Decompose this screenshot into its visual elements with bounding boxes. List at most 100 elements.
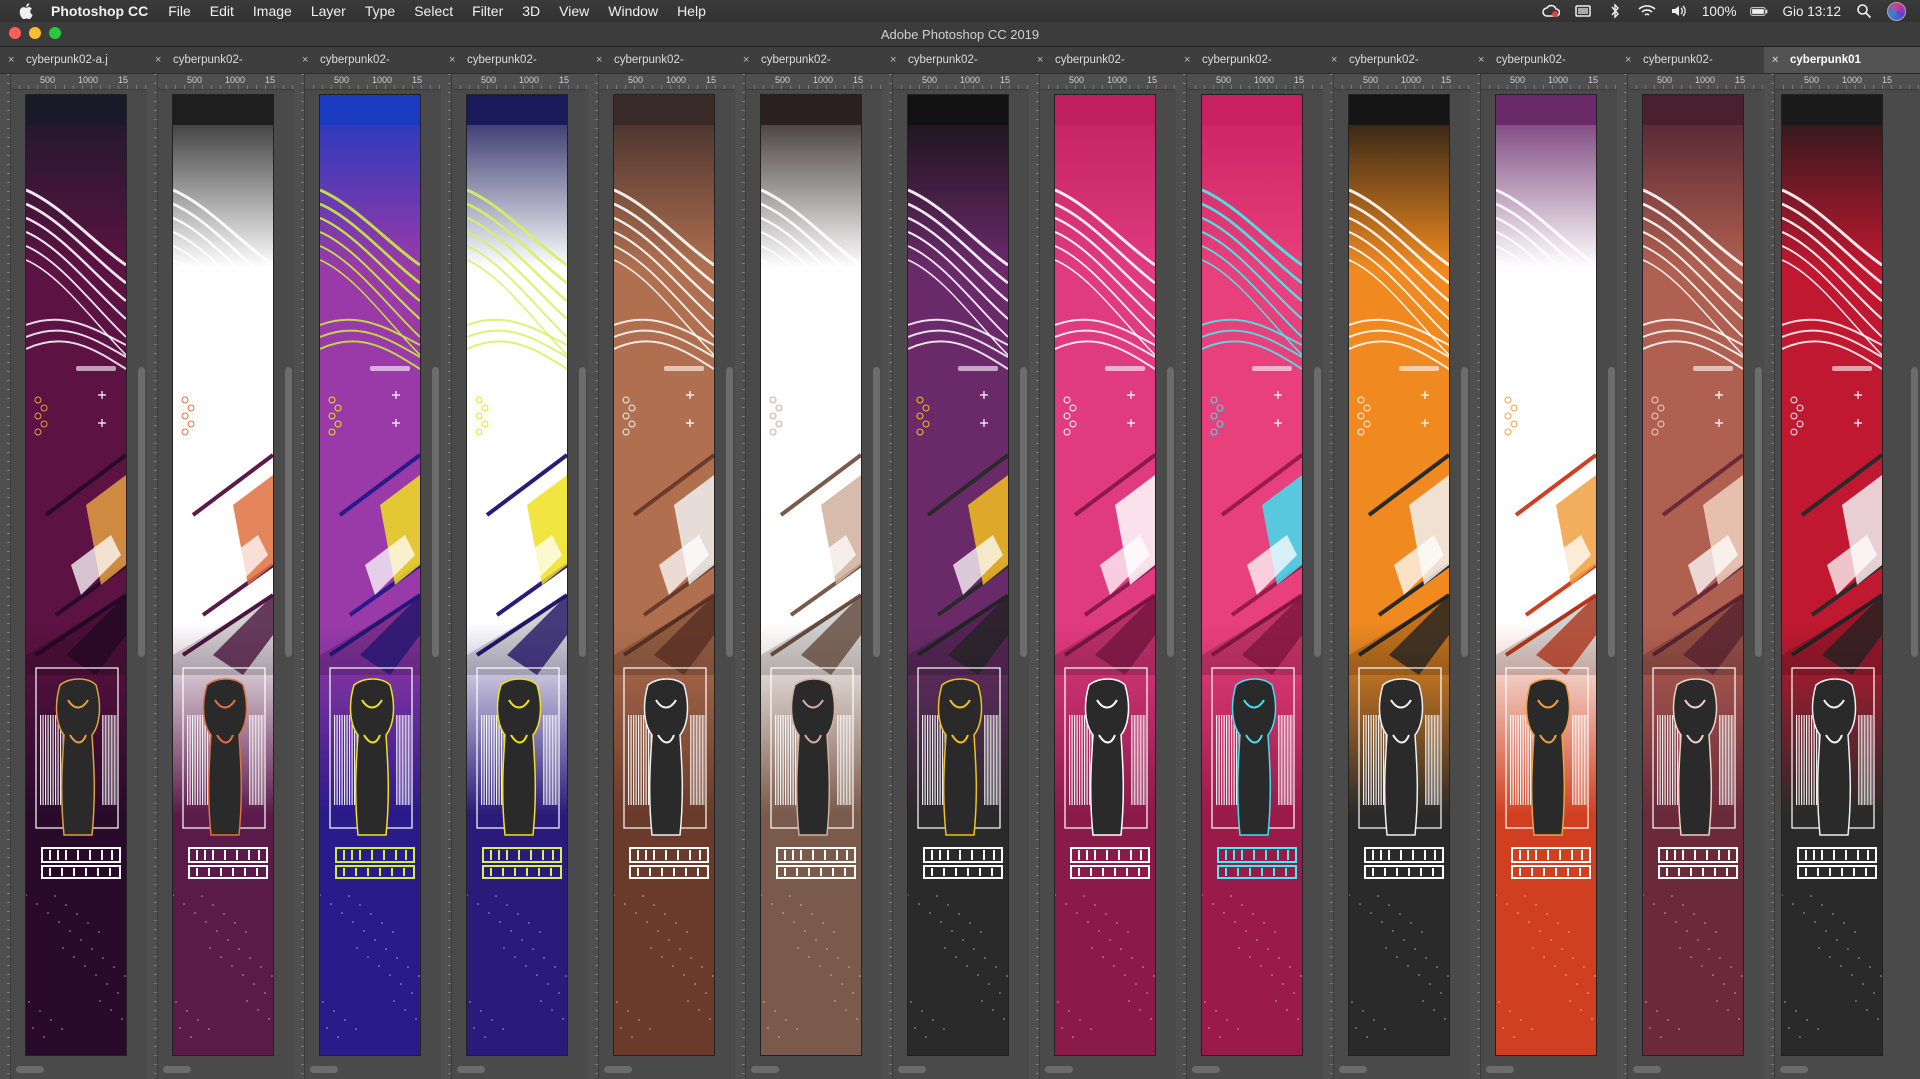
horizontal-ruler[interactable]: 500 1000 15 bbox=[598, 74, 735, 90]
vertical-ruler[interactable] bbox=[441, 74, 452, 1079]
wifi-icon[interactable] bbox=[1638, 3, 1656, 19]
artwork-canvas[interactable] bbox=[173, 95, 273, 1055]
close-tab-icon[interactable]: × bbox=[302, 54, 312, 66]
vertical-ruler[interactable] bbox=[1176, 74, 1187, 1079]
horizontal-ruler[interactable]: 500 1000 15 bbox=[1333, 74, 1470, 90]
document-pane[interactable]: × cyberpunk02- 500 1000 15 bbox=[882, 47, 1030, 1079]
bluetooth-icon[interactable] bbox=[1606, 3, 1624, 19]
document-pane[interactable]: × cyberpunk02- 500 1000 15 bbox=[588, 47, 736, 1079]
vertical-ruler[interactable] bbox=[1617, 74, 1628, 1079]
vertical-ruler[interactable] bbox=[882, 74, 893, 1079]
creative-cloud-icon[interactable] bbox=[1542, 3, 1560, 19]
horizontal-scrollbar[interactable] bbox=[1192, 1066, 1220, 1073]
menu-filter[interactable]: Filter bbox=[472, 3, 503, 19]
vertical-scrollbar[interactable] bbox=[726, 367, 733, 657]
document-tab[interactable]: × cyberpunk01 bbox=[1764, 47, 1920, 74]
menu-view[interactable]: View bbox=[559, 3, 589, 19]
close-tab-icon[interactable]: × bbox=[449, 54, 459, 66]
vertical-ruler[interactable] bbox=[588, 74, 599, 1079]
horizontal-scrollbar[interactable] bbox=[898, 1066, 926, 1073]
close-tab-icon[interactable]: × bbox=[1625, 54, 1635, 66]
artwork-canvas[interactable] bbox=[1496, 95, 1596, 1055]
horizontal-ruler[interactable]: 500 1000 15 bbox=[304, 74, 441, 90]
horizontal-ruler[interactable]: 500 1000 15 bbox=[451, 74, 588, 90]
artwork-canvas[interactable] bbox=[1643, 95, 1743, 1055]
horizontal-scrollbar[interactable] bbox=[1486, 1066, 1514, 1073]
artwork-canvas[interactable] bbox=[614, 95, 714, 1055]
horizontal-scrollbar[interactable] bbox=[1339, 1066, 1367, 1073]
document-tab[interactable]: × cyberpunk02- bbox=[882, 47, 1029, 74]
horizontal-ruler[interactable]: 500 1000 15 bbox=[745, 74, 882, 90]
document-tab[interactable]: × cyberpunk02-a.j bbox=[0, 47, 147, 74]
menu-help[interactable]: Help bbox=[677, 3, 706, 19]
horizontal-ruler[interactable]: 500 1000 15 bbox=[1774, 74, 1920, 90]
horizontal-scrollbar[interactable] bbox=[751, 1066, 779, 1073]
vertical-scrollbar[interactable] bbox=[1911, 367, 1918, 657]
apple-menu-icon[interactable] bbox=[17, 2, 35, 20]
menu-window[interactable]: Window bbox=[608, 3, 658, 19]
document-pane[interactable]: × cyberpunk02- 500 1000 15 bbox=[1323, 47, 1471, 1079]
horizontal-ruler[interactable]: 500 1000 15 bbox=[1627, 74, 1764, 90]
horizontal-ruler[interactable]: 500 1000 15 bbox=[10, 74, 147, 90]
document-tab[interactable]: × cyberpunk02- bbox=[1323, 47, 1470, 74]
horizontal-ruler[interactable]: 500 1000 15 bbox=[1480, 74, 1617, 90]
vertical-scrollbar[interactable] bbox=[1167, 367, 1174, 657]
artwork-canvas[interactable] bbox=[908, 95, 1008, 1055]
menu-image[interactable]: Image bbox=[253, 3, 292, 19]
close-tab-icon[interactable]: × bbox=[8, 54, 18, 66]
horizontal-ruler[interactable]: 500 1000 15 bbox=[157, 74, 294, 90]
document-tab[interactable]: × cyberpunk02- bbox=[1470, 47, 1617, 74]
document-tab[interactable]: × cyberpunk02- bbox=[1617, 47, 1764, 74]
horizontal-ruler[interactable]: 500 1000 15 bbox=[892, 74, 1029, 90]
artwork-canvas[interactable] bbox=[1202, 95, 1302, 1055]
vertical-scrollbar[interactable] bbox=[432, 367, 439, 657]
horizontal-ruler[interactable]: 500 1000 15 bbox=[1039, 74, 1176, 90]
close-tab-icon[interactable]: × bbox=[1184, 54, 1194, 66]
menu-file[interactable]: File bbox=[168, 3, 191, 19]
document-tab[interactable]: × cyberpunk02- bbox=[147, 47, 294, 74]
close-tab-icon[interactable]: × bbox=[596, 54, 606, 66]
horizontal-scrollbar[interactable] bbox=[604, 1066, 632, 1073]
horizontal-scrollbar[interactable] bbox=[1780, 1066, 1808, 1073]
menu-app-name[interactable]: Photoshop CC bbox=[51, 3, 148, 19]
menu-type[interactable]: Type bbox=[365, 3, 395, 19]
close-tab-icon[interactable]: × bbox=[743, 54, 753, 66]
vertical-scrollbar[interactable] bbox=[285, 367, 292, 657]
vertical-scrollbar[interactable] bbox=[138, 367, 145, 657]
artwork-canvas[interactable] bbox=[1055, 95, 1155, 1055]
document-pane[interactable]: × cyberpunk02-a.j 500 1000 15 bbox=[0, 47, 148, 1079]
vertical-scrollbar[interactable] bbox=[1461, 367, 1468, 657]
vertical-scrollbar[interactable] bbox=[1314, 367, 1321, 657]
close-tab-icon[interactable]: × bbox=[1331, 54, 1341, 66]
vertical-ruler[interactable] bbox=[1029, 74, 1040, 1079]
close-tab-icon[interactable]: × bbox=[1037, 54, 1047, 66]
document-pane[interactable]: × cyberpunk02- 500 1000 15 bbox=[1029, 47, 1177, 1079]
document-pane[interactable]: × cyberpunk02- 500 1000 15 bbox=[147, 47, 295, 1079]
battery-icon[interactable] bbox=[1750, 3, 1768, 19]
document-tab[interactable]: × cyberpunk02- bbox=[1176, 47, 1323, 74]
display-icon[interactable] bbox=[1574, 3, 1592, 19]
close-tab-icon[interactable]: × bbox=[1478, 54, 1488, 66]
vertical-ruler[interactable] bbox=[735, 74, 746, 1079]
document-tab[interactable]: × cyberpunk02- bbox=[588, 47, 735, 74]
menu-layer[interactable]: Layer bbox=[311, 3, 346, 19]
document-pane[interactable]: × cyberpunk02- 500 1000 15 bbox=[1176, 47, 1324, 1079]
horizontal-scrollbar[interactable] bbox=[1633, 1066, 1661, 1073]
close-tab-icon[interactable]: × bbox=[890, 54, 900, 66]
menu-select[interactable]: Select bbox=[414, 3, 453, 19]
document-tab[interactable]: × cyberpunk02- bbox=[1029, 47, 1176, 74]
vertical-ruler[interactable] bbox=[147, 74, 158, 1079]
document-pane[interactable]: × cyberpunk02- 500 1000 15 bbox=[1617, 47, 1765, 1079]
siri-user-avatar[interactable] bbox=[1887, 1, 1906, 21]
horizontal-scrollbar[interactable] bbox=[457, 1066, 485, 1073]
vertical-ruler[interactable] bbox=[1323, 74, 1334, 1079]
vertical-scrollbar[interactable] bbox=[1020, 367, 1027, 657]
vertical-ruler[interactable] bbox=[0, 74, 11, 1079]
document-pane[interactable]: × cyberpunk02- 500 1000 15 bbox=[441, 47, 589, 1079]
horizontal-scrollbar[interactable] bbox=[1045, 1066, 1073, 1073]
artwork-canvas[interactable] bbox=[761, 95, 861, 1055]
artwork-canvas[interactable] bbox=[320, 95, 420, 1055]
close-tab-icon[interactable]: × bbox=[155, 54, 165, 66]
vertical-ruler[interactable] bbox=[1764, 74, 1775, 1079]
document-pane[interactable]: × cyberpunk02- 500 1000 15 bbox=[735, 47, 883, 1079]
